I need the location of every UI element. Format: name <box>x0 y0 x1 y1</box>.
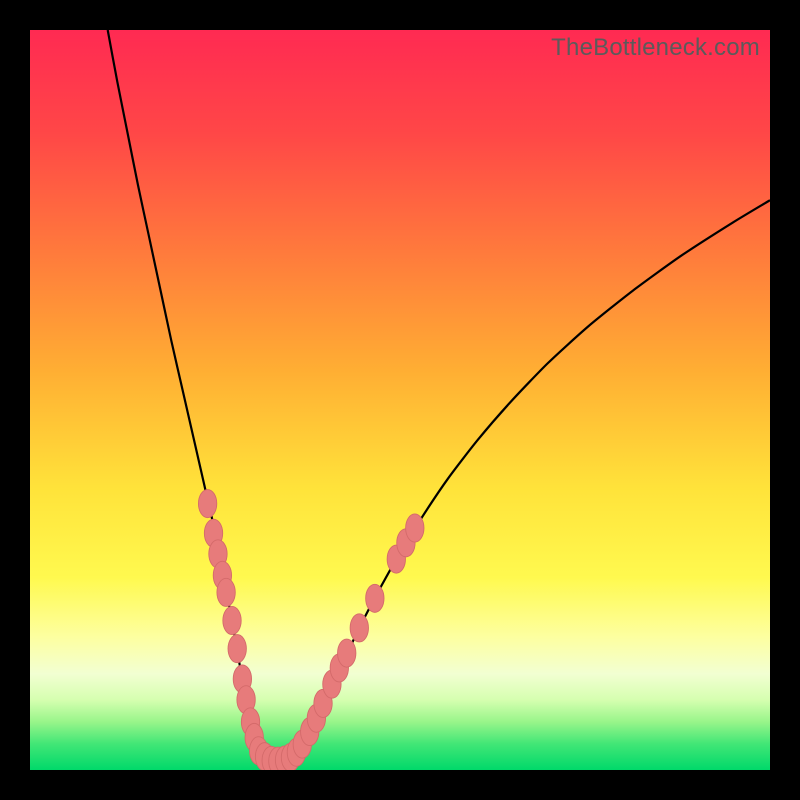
outer-frame: TheBottleneck.com <box>0 0 800 800</box>
plot-area: TheBottleneck.com <box>30 30 770 770</box>
data-markers <box>198 490 424 770</box>
bottleneck-curve <box>108 30 770 761</box>
curve-layer <box>30 30 770 770</box>
watermark-text: TheBottleneck.com <box>551 34 760 62</box>
